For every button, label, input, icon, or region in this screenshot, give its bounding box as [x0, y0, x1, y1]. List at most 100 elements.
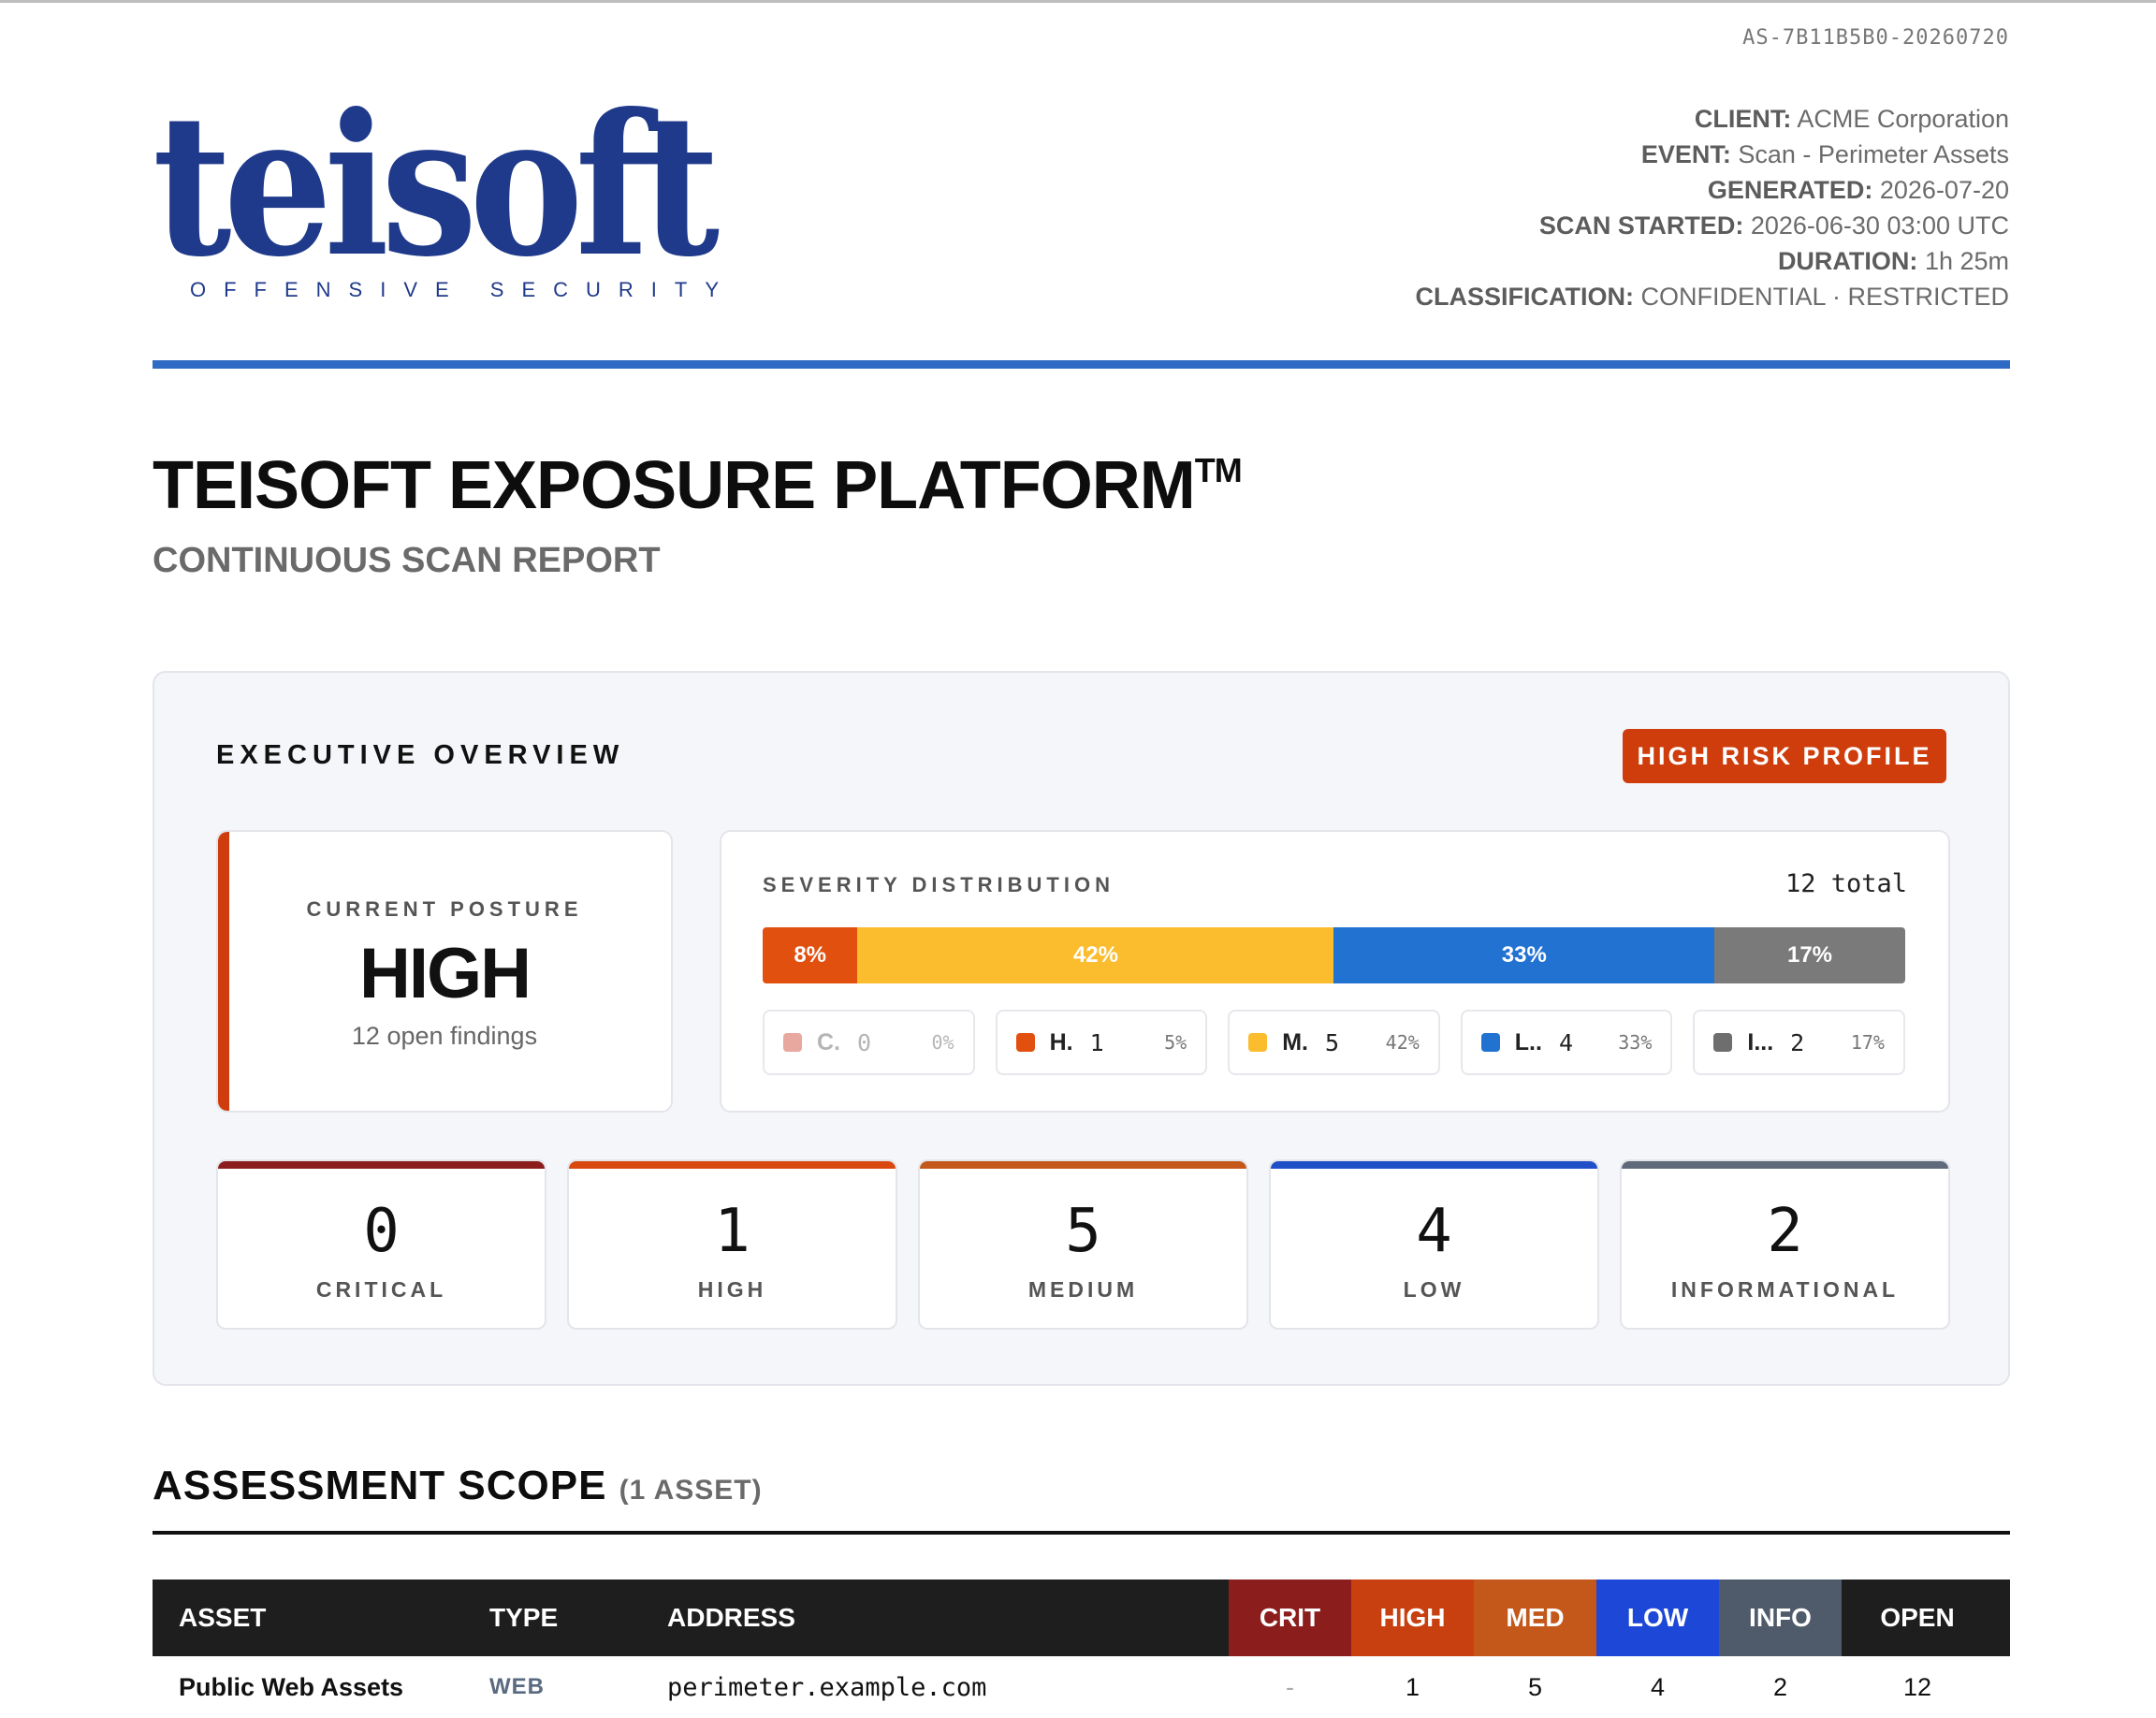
- top-border: [0, 0, 2156, 3]
- severity-chip-name: M.: [1282, 1028, 1308, 1056]
- severity-count-label: LOW: [1403, 1277, 1465, 1302]
- logo-tagline: OFFENSIVE SECURITY: [190, 278, 737, 301]
- executive-overview-title: EXECUTIVE OVERVIEW: [216, 740, 625, 770]
- severity-count-card: 0 CRITICAL: [216, 1159, 546, 1330]
- meta-classification: CLASSIFICATION: CONFIDENTIAL · RESTRICTE…: [1415, 283, 2009, 311]
- severity-chip-count: 0: [857, 1028, 872, 1056]
- severity-color-swatch: [1248, 1033, 1268, 1052]
- column-header: INFO: [1719, 1580, 1842, 1656]
- severity-count-cap: [218, 1161, 545, 1169]
- severity-distribution-label: SEVERITY DISTRIBUTION: [763, 873, 1114, 896]
- scope-table-header: ASSET TYPE ADDRESS CRIT HIGH MED LOW INFO OPEN: [153, 1580, 2010, 1656]
- severity-chip-percent: 5%: [1164, 1031, 1187, 1054]
- severity-legend-chip: L.. 4 33%: [1460, 1010, 1673, 1075]
- severity-count-label: HIGH: [697, 1277, 767, 1302]
- meta-duration: DURATION: 1h 25m: [1777, 247, 2009, 275]
- meta-scan-started: SCAN STARTED: 2026-06-30 03:00 UTC: [1538, 211, 2009, 240]
- scope-divider: [153, 1531, 2010, 1535]
- report-metadata: CLIENT: ACME Corporation EVENT: Scan - P…: [1415, 101, 2009, 314]
- severity-bar-segment: 42%: [857, 927, 1334, 983]
- trademark-mark: TM: [1194, 451, 1243, 489]
- severity-bar-segment: 33%: [1333, 927, 1715, 983]
- severity-color-swatch: [783, 1033, 802, 1052]
- severity-count-card: 2 INFORMATIONAL: [1620, 1159, 1950, 1330]
- severity-count-value: 1: [714, 1197, 750, 1266]
- severity-count-card: 1 HIGH: [567, 1159, 897, 1330]
- severity-legend-chip: H. 1 5%: [995, 1010, 1208, 1075]
- executive-overview-panel: EXECUTIVE OVERVIEW HIGH RISK PROFILE CUR…: [153, 671, 2010, 1386]
- assessment-scope-title: ASSESSMENT SCOPE (1 ASSET): [153, 1463, 763, 1508]
- meta-client: CLIENT: ACME Corporation: [1694, 105, 2009, 133]
- posture-value: HIGH: [359, 934, 532, 1013]
- severity-count-cap: [1271, 1161, 1597, 1169]
- severity-color-swatch: [1713, 1033, 1733, 1052]
- table-cell-info: 2: [1772, 1672, 1788, 1701]
- severity-count-value: 0: [363, 1197, 400, 1266]
- severity-legend-chip: M. 5 42%: [1228, 1010, 1440, 1075]
- column-header: MED: [1474, 1580, 1596, 1656]
- severity-chip-count: 5: [1324, 1028, 1340, 1056]
- table-cell-crit: -: [1286, 1672, 1294, 1701]
- severity-chip-name: H.: [1049, 1028, 1073, 1056]
- current-posture-card: CURRENT POSTURE HIGH 12 open findings: [216, 830, 673, 1113]
- header-divider: [153, 360, 2010, 369]
- page-title: TEISOFT EXPOSURE PLATFORMTM: [153, 448, 1243, 523]
- risk-profile-badge: HIGH RISK PROFILE: [1623, 729, 1946, 783]
- table-cell-open: 12: [1902, 1672, 1932, 1701]
- severity-count-value: 4: [1416, 1197, 1452, 1266]
- severity-chip-name: I...: [1747, 1028, 1774, 1056]
- meta-generated: GENERATED: 2026-07-20: [1707, 176, 2009, 204]
- severity-count-cap: [569, 1161, 896, 1169]
- severity-total: 12 total: [1785, 869, 1907, 898]
- severity-chip-count: 2: [1790, 1028, 1805, 1056]
- posture-label: CURRENT POSTURE: [306, 897, 583, 921]
- table-cell-low: 4: [1650, 1672, 1666, 1701]
- logo-wordmark: teisoft: [153, 72, 720, 300]
- column-header: CRIT: [1229, 1580, 1351, 1656]
- severity-chip-count: 1: [1089, 1028, 1104, 1056]
- severity-count-label: MEDIUM: [1027, 1277, 1139, 1302]
- severity-bar-segment: 8%: [763, 927, 858, 983]
- column-header: OPEN: [1842, 1580, 1993, 1656]
- severity-color-swatch: [1480, 1033, 1500, 1052]
- scope-table-row: Public Web Assets WEB perimeter.example.co…: [153, 1656, 2010, 1718]
- page-subtitle: CONTINUOUS SCAN REPORT: [153, 541, 661, 580]
- table-cell-type: WEB: [489, 1674, 545, 1699]
- severity-bar-segment: 17%: [1714, 927, 1905, 983]
- table-cell-asset: Public Web Assets: [179, 1672, 404, 1701]
- severity-count-cap: [1622, 1161, 1948, 1169]
- meta-event: EVENT: Scan - Perimeter Assets: [1640, 140, 2009, 168]
- column-header: ASSET: [153, 1580, 489, 1656]
- table-cell-med: 5: [1527, 1672, 1543, 1701]
- severity-legend-chip: I... 2 17%: [1693, 1010, 1905, 1075]
- severity-color-swatch: [1015, 1033, 1035, 1052]
- column-header: LOW: [1596, 1580, 1719, 1656]
- severity-chip-name: L..: [1514, 1028, 1542, 1056]
- column-header: HIGH: [1351, 1580, 1474, 1656]
- severity-legend-chip: C. 0 0%: [763, 1010, 975, 1075]
- severity-counters: 0 CRITICAL 1 HIGH 5 MEDIUM 4 LOW 2 INFORMATIONAL: [216, 1159, 1950, 1330]
- severity-chip-percent: 42%: [1385, 1031, 1420, 1054]
- posture-open-findings: 12 open findings: [351, 1022, 538, 1050]
- severity-count-value: 2: [1767, 1197, 1803, 1266]
- severity-count-card: 4 LOW: [1269, 1159, 1599, 1330]
- column-header: ADDRESS: [667, 1580, 1229, 1656]
- document-id: AS-7B11B5B0-20260720: [1742, 26, 2009, 50]
- severity-chip-percent: 0%: [931, 1031, 954, 1054]
- severity-count-card: 5 MEDIUM: [918, 1159, 1248, 1330]
- severity-chip-count: 4: [1558, 1028, 1574, 1056]
- severity-stacked-bar: 8% 42% 33% 17%: [763, 927, 1905, 983]
- severity-legend: C. 0 0% H. 1 5% M. 5 42% L.. 4 33% I... 2 17%: [763, 1010, 1905, 1075]
- severity-count-label: CRITICAL: [315, 1277, 447, 1302]
- severity-distribution-card: SEVERITY DISTRIBUTION 12 total 8% 42% 33% 1…: [720, 830, 1950, 1113]
- severity-count-cap: [920, 1161, 1246, 1169]
- severity-chip-name: C.: [817, 1028, 840, 1056]
- company-logo: teisoft OFFENSIVE SECURITY: [153, 72, 720, 304]
- table-cell-address: perimeter.example.com: [667, 1672, 987, 1702]
- severity-chip-percent: 33%: [1618, 1031, 1653, 1054]
- severity-count-label: INFORMATIONAL: [1670, 1277, 1900, 1302]
- severity-count-value: 5: [1065, 1197, 1101, 1266]
- table-cell-high: 1: [1405, 1672, 1420, 1701]
- asset-count: (1 ASSET): [619, 1475, 763, 1506]
- column-header: TYPE: [489, 1580, 667, 1656]
